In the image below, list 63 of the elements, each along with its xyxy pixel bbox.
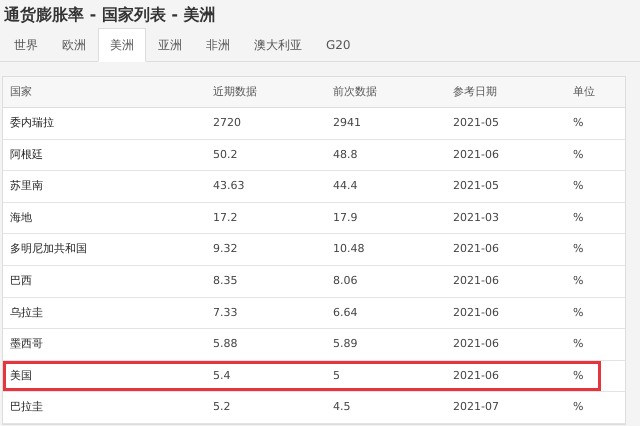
country-cell-text: 乌拉圭 — [9, 304, 44, 321]
region-tab[interactable]: 非洲 — [194, 28, 242, 61]
table-cell-text: 8.35 — [212, 273, 238, 290]
table-cell-text: % — [572, 399, 584, 416]
country-cell-text: 多明尼加共和国 — [9, 241, 88, 258]
table-cell-text: 17.2 — [212, 210, 238, 226]
table-cell-text: % — [572, 115, 584, 132]
table-cell-text: 43.63 — [212, 178, 246, 194]
table-cell-text: 2021-06 — [452, 146, 500, 163]
region-tab[interactable]: 欧洲 — [50, 28, 98, 61]
table-cell-text: 5.4 — [212, 368, 232, 384]
table-cell-text: 5.2 — [212, 399, 232, 416]
table-cell-text: 2720 — [212, 115, 242, 132]
country-cell-text: 委内瑞拉 — [9, 115, 55, 132]
column-header: 前次数据 — [332, 84, 378, 100]
table-cell-text: % — [572, 304, 584, 321]
column-header: 近期数据 — [212, 84, 258, 100]
table-cell-text: 2021-06 — [452, 368, 500, 384]
table-cell-text: 2021-06 — [452, 273, 500, 290]
table-cell-text: % — [572, 146, 584, 163]
region-tab[interactable]: 亚洲 — [146, 28, 194, 61]
country-cell-text: 苏里南 — [9, 178, 44, 194]
country-cell-text: 海地 — [9, 210, 33, 226]
country-cell-text: 巴西 — [9, 273, 33, 290]
table-cell-text: 17.9 — [332, 210, 358, 226]
column-header: 单位 — [572, 84, 596, 100]
table-cell-text: 6.64 — [332, 304, 358, 321]
table-cell-text: 7.33 — [212, 304, 238, 321]
country-cell-text: 巴拉圭 — [9, 399, 44, 416]
table-cell-text: 44.4 — [332, 178, 358, 194]
table-cell-text: 4.5 — [332, 399, 352, 416]
table-cell-text: 5.89 — [332, 336, 358, 352]
region-tab[interactable]: 澳大利亚 — [242, 28, 314, 61]
table-cell-text: 5 — [332, 368, 341, 384]
country-cell-text: 阿根廷 — [9, 146, 44, 163]
country-cell-text: 美国 — [9, 368, 33, 384]
table-cell-text: 2021-06 — [452, 336, 500, 352]
table-cell-text: 2021-07 — [452, 399, 500, 416]
page-title: 通货膨胀率 - 国家列表 - 美洲 — [4, 4, 216, 26]
table-cell-text: 5.88 — [212, 336, 238, 352]
region-tab[interactable]: 美洲 — [98, 28, 146, 62]
table-cell-text: 10.48 — [332, 241, 366, 258]
table-cell-text: % — [572, 336, 584, 352]
table-cell-text: % — [572, 273, 584, 290]
table-cell-text: % — [572, 368, 584, 384]
table-cell-text: 2941 — [332, 115, 362, 132]
table-cell-text: 2021-06 — [452, 241, 500, 258]
table-cell-text: 48.8 — [332, 146, 358, 163]
table-cell-text: % — [572, 241, 584, 258]
table-cell-text: 2021-06 — [452, 304, 500, 321]
column-header: 国家 — [9, 84, 33, 100]
table-cell-text: % — [572, 210, 584, 226]
region-tab[interactable]: G20 — [314, 28, 363, 61]
table-cell-text: 9.32 — [212, 241, 238, 258]
table-cell-text: 2021-05 — [452, 178, 500, 194]
table-cell-text: 8.06 — [332, 273, 358, 290]
table-cell-text: 2021-03 — [452, 210, 500, 226]
column-header: 参考日期 — [452, 84, 498, 100]
country-cell-text: 墨西哥 — [9, 336, 44, 352]
table-cell-text: % — [572, 178, 584, 194]
table-cell-text: 2021-05 — [452, 115, 500, 132]
region-tab[interactable]: 世界 — [2, 28, 50, 61]
table-cell-text: 50.2 — [212, 146, 238, 163]
